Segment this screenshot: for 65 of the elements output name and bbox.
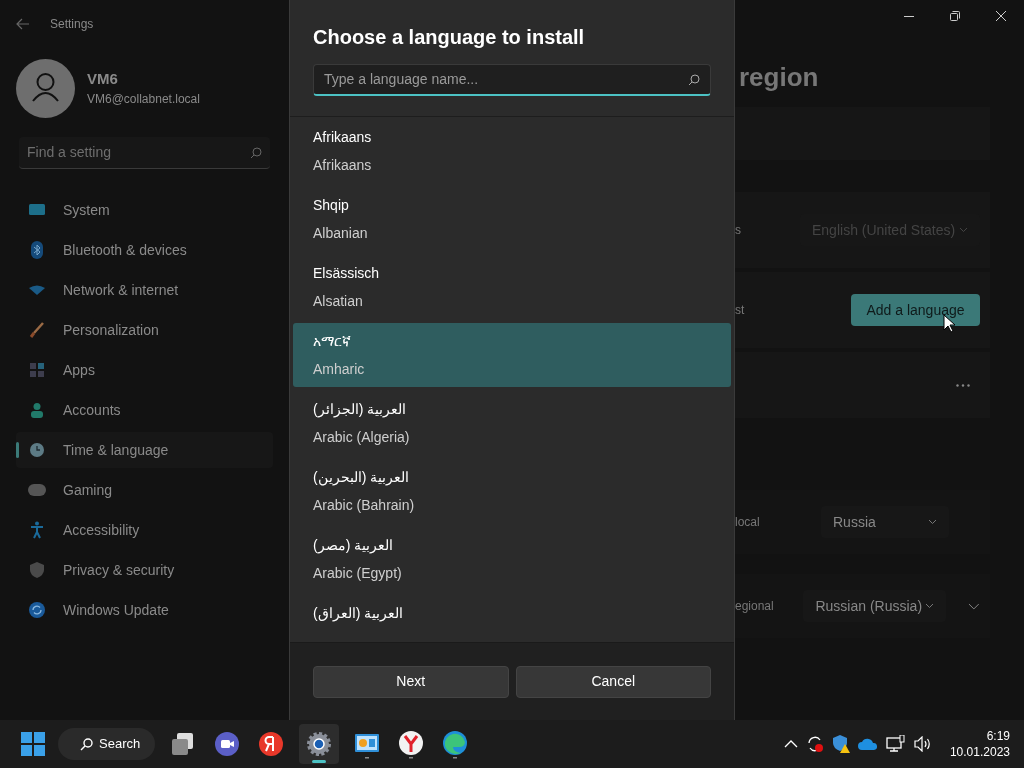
clock-icon [29, 442, 45, 458]
dialog-button[interactable]: Next [313, 665, 509, 698]
chevron-down-icon [925, 603, 935, 609]
taskbar-search[interactable]: Search [58, 728, 155, 760]
network-icon[interactable] [885, 735, 906, 753]
sidebar-item[interactable]: Windows Update [16, 592, 273, 628]
more-icon[interactable] [956, 383, 970, 387]
window-title: Settings [50, 16, 94, 33]
person-icon [29, 402, 45, 418]
monitor-icon [28, 203, 46, 217]
shield-warning-icon[interactable] [831, 735, 850, 753]
close-icon [996, 11, 1006, 21]
accessibility-icon [30, 521, 44, 539]
sidebar-item[interactable]: Gaming [16, 472, 273, 508]
chevron-down-icon [959, 227, 968, 233]
wifi-icon [28, 285, 46, 295]
apps-icon [29, 362, 45, 378]
language-search-field[interactable]: Type a language name... [313, 64, 711, 96]
language-list-item[interactable]: Shqip Albanian [293, 187, 731, 251]
sync-error-icon[interactable] [805, 735, 824, 753]
sidebar-item[interactable]: Privacy & security [16, 552, 273, 588]
sidebar-item[interactable]: Accounts [16, 392, 273, 428]
chevron-up-icon[interactable] [783, 740, 798, 748]
language-list-item[interactable]: Elsässisch Alsatian [293, 255, 731, 319]
bluetooth-icon [31, 241, 43, 259]
row-label: egional [735, 598, 775, 615]
brush-icon [29, 322, 45, 338]
minimize-icon [904, 15, 914, 17]
search-icon [80, 737, 93, 751]
page-title: region [739, 61, 819, 94]
user-name: VM6 [87, 68, 119, 89]
sidebar-item[interactable]: Network & internet [16, 272, 273, 308]
clock[interactable]: 6:19 10.01.2023 [949, 728, 1010, 760]
language-list-item[interactable]: العربية (العراق) [293, 595, 731, 642]
search-icon [250, 146, 262, 159]
row-label: st [735, 302, 745, 319]
sidebar-item[interactable]: Apps [16, 352, 273, 388]
avatar-icon [16, 58, 75, 118]
search-icon [688, 73, 700, 86]
sidebar-item[interactable]: Accessibility [16, 512, 273, 548]
language-list-item[interactable]: አማርኛ Amharic [293, 323, 731, 387]
sidebar-item[interactable]: Bluetooth & devices [16, 232, 273, 268]
shield-icon [30, 562, 44, 578]
volume-icon[interactable] [913, 736, 932, 752]
add-language-button[interactable]: Add a language [851, 294, 980, 326]
cloud-icon[interactable] [857, 738, 878, 750]
update-icon [29, 602, 45, 618]
settings-taskbar-button[interactable] [299, 724, 339, 764]
user-email: VM6@collabnet.local [87, 91, 200, 109]
back-arrow-icon[interactable] [16, 18, 30, 30]
dialog-title: Choose a language to install [313, 25, 586, 50]
dialog-button[interactable]: Cancel [515, 665, 711, 698]
restore-icon [950, 11, 960, 21]
row-label: local [735, 514, 761, 531]
sidebar-item[interactable]: Time & language [16, 432, 273, 468]
gear-icon [306, 731, 332, 757]
language-list-item[interactable]: Afrikaans Afrikaans [293, 119, 731, 183]
chevron-down-icon[interactable] [968, 602, 980, 610]
sidebar-item[interactable]: System [16, 192, 273, 228]
row-label: s [735, 222, 741, 239]
start-icon[interactable] [21, 732, 45, 756]
search-field[interactable]: Find a setting [19, 137, 270, 169]
chevron-down-icon [928, 519, 937, 525]
sidebar-item[interactable]: Personalization [16, 312, 273, 348]
gamepad-icon [28, 484, 46, 496]
